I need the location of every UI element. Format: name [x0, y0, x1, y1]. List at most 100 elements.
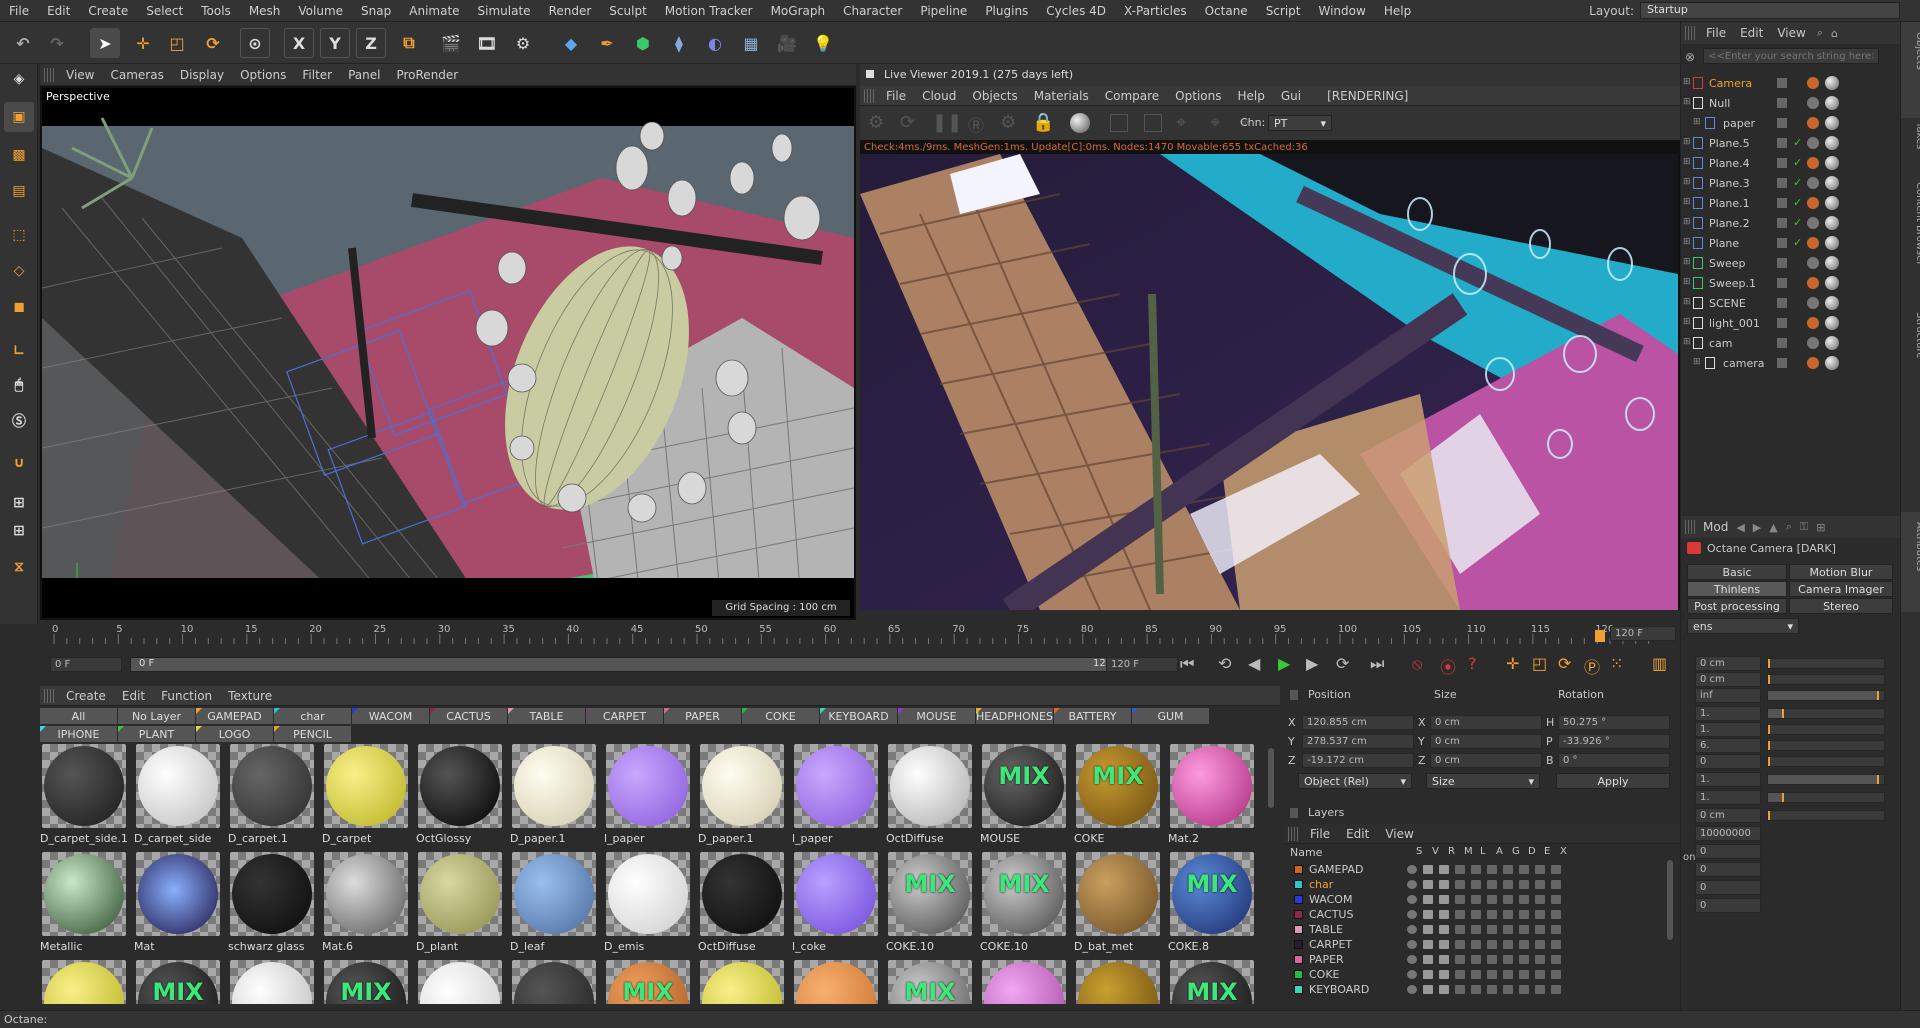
attr-value-field[interactable]: 1. [1695, 722, 1761, 737]
layer-tag-no-layer[interactable]: No Layer [118, 708, 196, 724]
workplane-mode-icon[interactable]: ▤ [4, 176, 34, 206]
menu-mograph[interactable]: MoGraph [762, 4, 835, 18]
x-axis-lock-icon[interactable]: X [284, 28, 314, 58]
snapping-icon[interactable]: Ⓢ [4, 406, 34, 436]
expand-icon[interactable]: ⊞ [1683, 197, 1691, 207]
material-swatch[interactable]: D_paper.1 [508, 744, 600, 852]
layer-toggle-icon[interactable] [1407, 970, 1417, 979]
layer-tag-coke[interactable]: COKE [742, 708, 820, 724]
visibility-toggle-icon[interactable] [1777, 118, 1787, 128]
material-swatch[interactable]: OctDiffuse [884, 744, 976, 852]
lv-pick-focus-icon[interactable]: ⌖ [1176, 112, 1186, 133]
tab-structure[interactable]: Structure [1905, 312, 1920, 359]
material-swatch[interactable]: MIX [320, 960, 412, 1004]
menu-create[interactable]: Create [79, 4, 137, 18]
layer-toggle-icon[interactable] [1455, 895, 1465, 904]
layer-toggle-icon[interactable] [1455, 925, 1465, 934]
layer-toggle-icon[interactable] [1407, 925, 1417, 934]
rotation-key-icon[interactable]: ⟳ [1558, 654, 1571, 673]
attr-slider[interactable] [1767, 674, 1885, 685]
layer-toggle-icon[interactable] [1535, 985, 1545, 994]
layer-toggle-icon[interactable] [1551, 985, 1561, 994]
live-selection-icon[interactable]: ⊙ [240, 28, 270, 58]
lv-lock-icon[interactable]: 🔒 [1032, 112, 1054, 133]
render-view-icon[interactable]: 🎬 [436, 28, 466, 58]
keyframe-selection-icon[interactable]: ? [1468, 654, 1477, 673]
layer-tag-wacom[interactable]: WACOM [352, 708, 430, 724]
visibility-toggle-icon[interactable] [1777, 358, 1787, 368]
material-swatch[interactable]: D_bat_met [1072, 852, 1164, 960]
tab-content-browser[interactable]: Content Browser [1905, 182, 1920, 265]
enable-check-icon[interactable]: ✓ [1793, 136, 1802, 149]
menu-help[interactable]: Help [1375, 4, 1420, 18]
material-swatch[interactable]: MIX [602, 960, 694, 1004]
material-swatch[interactable] [414, 960, 506, 1004]
layer-toggle-icon[interactable] [1471, 865, 1481, 874]
expand-icon[interactable]: ⊞ [1683, 257, 1691, 267]
om-search-input[interactable] [1703, 48, 1879, 64]
layer-toggle-icon[interactable] [1423, 955, 1433, 964]
material-swatch[interactable]: D_plant [414, 852, 506, 960]
layer-row[interactable]: PAPER [1290, 952, 1670, 967]
pen-spline-icon[interactable]: ✒ [592, 28, 622, 58]
tag-icon[interactable] [1807, 357, 1819, 369]
material-swatch[interactable]: schwarz glass [226, 852, 318, 960]
layer-toggle-icon[interactable] [1503, 925, 1513, 934]
layer-toggle-icon[interactable] [1535, 865, 1545, 874]
attr-value-field[interactable]: 0 [1695, 754, 1761, 769]
timeline-window-icon[interactable]: ▥ [1652, 654, 1667, 673]
lv-clay-icon[interactable] [1144, 114, 1162, 132]
om-menu-file[interactable]: File [1699, 26, 1733, 40]
tag-icon[interactable] [1807, 217, 1819, 229]
enable-check-icon[interactable]: ✓ [1793, 236, 1802, 249]
layer-toggle-icon[interactable] [1535, 940, 1545, 949]
layer-toggle-icon[interactable] [1455, 970, 1465, 979]
attr-tab-thinlens[interactable]: Thinlens [1687, 581, 1787, 597]
tag-icon[interactable] [1807, 257, 1819, 269]
attr-value-field[interactable]: 0 [1695, 880, 1761, 895]
attr-forward-icon[interactable]: ▶ [1749, 521, 1765, 534]
layer-toggle-icon[interactable] [1519, 955, 1529, 964]
material-swatch[interactable] [226, 960, 318, 1004]
viewport-menu-filter[interactable]: Filter [294, 68, 340, 82]
expand-icon[interactable]: ⊞ [1683, 337, 1691, 347]
layer-toggle-icon[interactable] [1503, 895, 1513, 904]
position-y-field[interactable]: 278.537 cm [1302, 734, 1414, 749]
material-tag-icon[interactable] [1825, 176, 1839, 190]
autokey-icon[interactable]: ⦿ [1440, 654, 1456, 678]
visibility-toggle-icon[interactable] [1777, 158, 1787, 168]
layer-toggle-icon[interactable] [1471, 895, 1481, 904]
attr-value-field[interactable]: 0 [1695, 862, 1761, 877]
solo-icon[interactable]: ⧖ [4, 552, 34, 582]
layer-toggle-icon[interactable] [1407, 895, 1417, 904]
attr-slider[interactable] [1767, 774, 1885, 785]
layer-tag-char[interactable]: char [274, 708, 352, 724]
layer-toggle-icon[interactable] [1503, 955, 1513, 964]
layer-toggle-icon[interactable] [1551, 955, 1561, 964]
layer-toggle-icon[interactable] [1487, 955, 1497, 964]
material-swatch[interactable]: MIX COKE [1072, 744, 1164, 852]
menu-octane[interactable]: Octane [1196, 4, 1257, 18]
layer-toggle-icon[interactable] [1455, 865, 1465, 874]
object-row[interactable]: ⊞ Plane.5 ✓ [1681, 134, 1901, 154]
object-row[interactable]: ⊞ Plane.2 ✓ [1681, 214, 1901, 234]
material-tag-icon[interactable] [1825, 256, 1839, 270]
layer-row[interactable]: COKE [1290, 967, 1670, 982]
layer-toggle-icon[interactable] [1439, 925, 1449, 934]
layer-toggle-icon[interactable] [1487, 985, 1497, 994]
material-swatch[interactable]: l_coke [790, 852, 882, 960]
tag-icon[interactable] [1807, 97, 1819, 109]
make-editable-icon[interactable]: ◈ [4, 64, 34, 94]
menu-file[interactable]: File [0, 4, 38, 18]
visibility-toggle-icon[interactable] [1777, 338, 1787, 348]
layer-toggle-icon[interactable] [1439, 895, 1449, 904]
attr-new-icon[interactable]: ⊞ [1812, 521, 1829, 534]
visibility-toggle-icon[interactable] [1777, 78, 1787, 88]
attr-value-field[interactable]: 1. [1695, 706, 1761, 721]
material-swatch[interactable]: MIX [1166, 960, 1258, 1004]
material-swatch[interactable]: OctDiffuse [696, 852, 788, 960]
viewport-menu-options[interactable]: Options [232, 68, 294, 82]
select-tool-icon[interactable]: ➤ [90, 28, 120, 58]
enable-check-icon[interactable]: ✓ [1793, 216, 1802, 229]
attr-value-field[interactable]: 6. [1695, 738, 1761, 753]
